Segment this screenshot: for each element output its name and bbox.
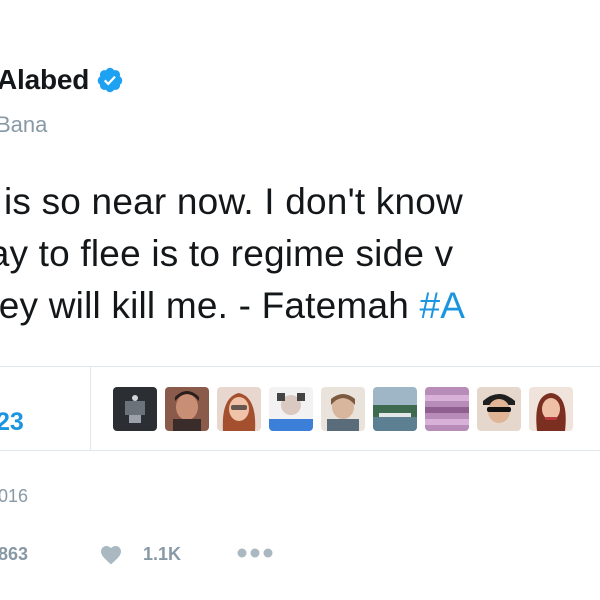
hashtag-link[interactable]: #A	[420, 285, 466, 326]
tweet-line-2: vay to flee is to regime side v	[0, 233, 454, 274]
tweet-text: is so near now. I don't know vay to flee…	[0, 176, 600, 332]
avatar[interactable]	[217, 387, 261, 431]
stats-separator	[90, 367, 91, 450]
tweet-line-3-text: hey will kill me. - Fatemah	[0, 285, 420, 326]
author-name[interactable]: Alabed	[0, 64, 124, 96]
verified-badge-icon	[97, 67, 123, 93]
avatar[interactable]	[373, 387, 417, 431]
avatar[interactable]	[113, 387, 157, 431]
stats-divider-bottom	[0, 450, 600, 451]
avatar[interactable]	[477, 387, 521, 431]
retweet-count[interactable]: 863	[0, 544, 28, 565]
liker-avatars	[113, 387, 573, 431]
avatar[interactable]	[165, 387, 209, 431]
avatar[interactable]	[321, 387, 365, 431]
author-name-text[interactable]: Alabed	[0, 64, 89, 96]
likes-stat-count[interactable]: 23	[0, 408, 24, 437]
like-count[interactable]: 1.1K	[143, 544, 181, 565]
tweet-date: 016	[0, 486, 29, 506]
tweet-line-3: hey will kill me. - Fatemah #A	[0, 280, 600, 332]
handle-text[interactable]: Bana	[0, 112, 47, 137]
avatar[interactable]	[529, 387, 573, 431]
avatar[interactable]	[269, 387, 313, 431]
avatar[interactable]	[425, 387, 469, 431]
user-handle[interactable]: Bana	[0, 112, 47, 138]
tweet-actions: 863 1.1K	[0, 540, 600, 570]
tweet-line-1: is so near now. I don't know	[4, 181, 463, 222]
more-dots-icon[interactable]	[236, 546, 274, 560]
heart-icon[interactable]	[99, 543, 123, 565]
